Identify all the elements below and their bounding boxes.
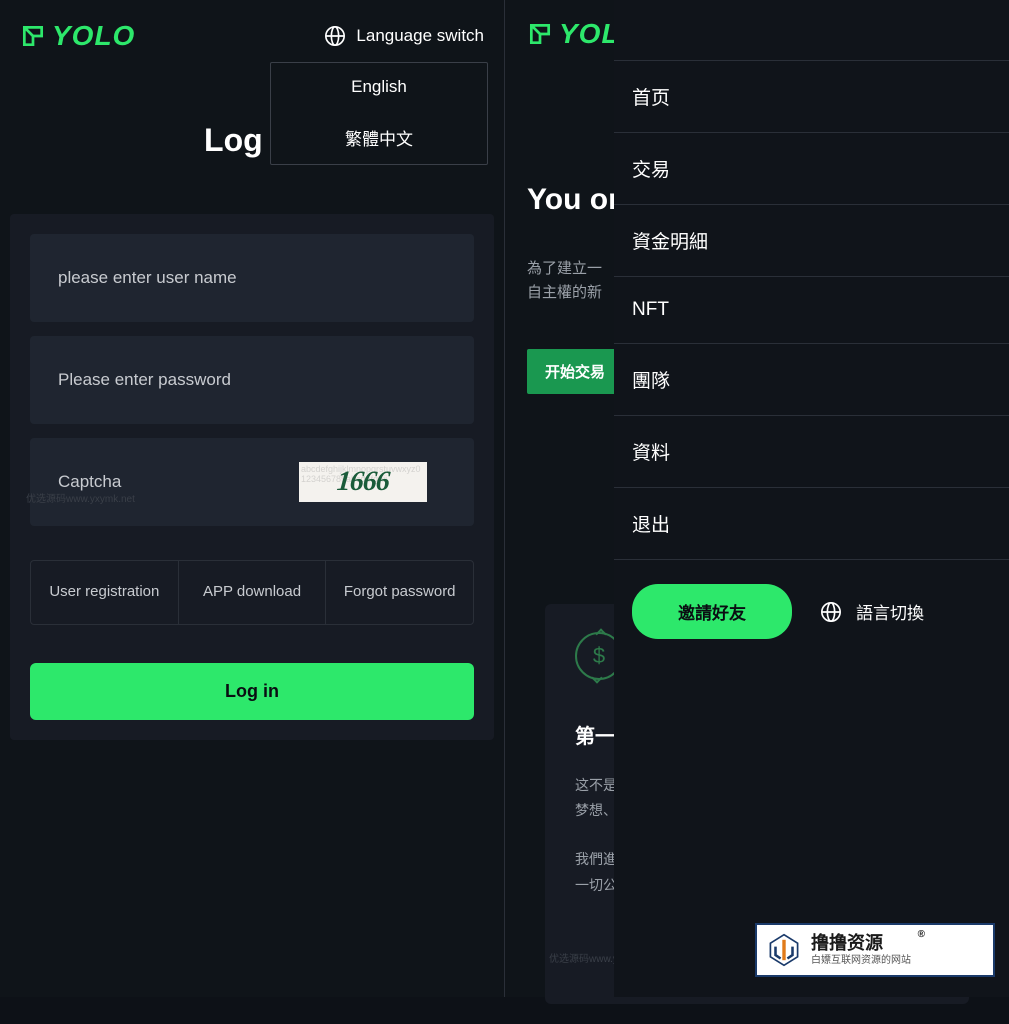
app-download-link[interactable]: APP download [178,561,326,624]
brand-logo: YOLO [20,20,135,52]
header-left: YOLO Language switch English 繁體中文 [0,0,504,72]
logo-icon [20,23,46,49]
username-input[interactable] [58,268,446,288]
captcha-code: 1666 [336,466,391,498]
badge-logo-icon [767,933,801,967]
language-switch[interactable]: Language switch [324,25,484,47]
navigation-drawer: 首页 交易 資金明細 NFT 團隊 資料 退出 邀請好友 語言切換 [614,0,1009,997]
nav-team[interactable]: 團隊 [614,344,1009,416]
nav-home[interactable]: 首页 [614,60,1009,133]
user-registration-link[interactable]: User registration [31,561,178,624]
password-input[interactable] [58,370,446,390]
language-switch-label: Language switch [356,26,484,46]
password-field-wrap [30,336,474,424]
home-pane: YOLO You or 為了建立一 自主權的新 开始交易 $ 第一個 这不是最坏… [505,0,1009,997]
username-field-wrap [30,234,474,322]
forgot-password-link[interactable]: Forgot password [325,561,473,624]
badge-registered-icon: ® [918,929,925,941]
login-button[interactable]: Log in [30,663,474,720]
language-switch-drawer[interactable]: 語言切換 [820,599,924,624]
captcha-field-wrap: abcdefghijklmnopqrstuvwxyz0123456789abcd… [30,438,474,526]
badge-sub-text: 白嫖互联网资源的网站 [811,955,911,967]
drawer-footer: 邀請好友 語言切換 [614,560,1009,663]
badge-main-text: 撸撸资源 ® [811,933,911,955]
lang-option-english[interactable]: English [271,63,487,111]
captcha-input[interactable] [58,472,279,492]
nav-trade[interactable]: 交易 [614,133,1009,205]
source-badge: 撸撸资源 ® 白嫖互联网资源的网站 [755,923,995,977]
nav-funds[interactable]: 資金明細 [614,205,1009,277]
nav-nft[interactable]: NFT [614,277,1009,344]
watermark-text: 优选源码www.yxymk.net [26,490,135,505]
globe-icon [324,25,346,47]
globe-icon [820,601,842,623]
nav-logout[interactable]: 退出 [614,488,1009,560]
login-form: 优选源码www.yxymk.net abcdefghijklmnopqrstuv… [10,214,494,740]
logo-icon [527,21,553,47]
start-trade-button[interactable]: 开始交易 [527,349,623,394]
login-pane: YOLO Language switch English 繁體中文 Log in… [0,0,505,997]
brand-text: YOLO [52,20,135,52]
language-dropdown: English 繁體中文 [270,62,488,165]
captcha-image[interactable]: abcdefghijklmnopqrstuvwxyz0123456789abcd… [299,462,427,502]
lang-option-traditional-chinese[interactable]: 繁體中文 [271,111,487,164]
invite-friends-button[interactable]: 邀請好友 [632,584,792,639]
auxiliary-links: User registration APP download Forgot pa… [30,560,474,625]
language-switch-drawer-label: 語言切換 [856,599,924,624]
nav-profile[interactable]: 資料 [614,416,1009,488]
